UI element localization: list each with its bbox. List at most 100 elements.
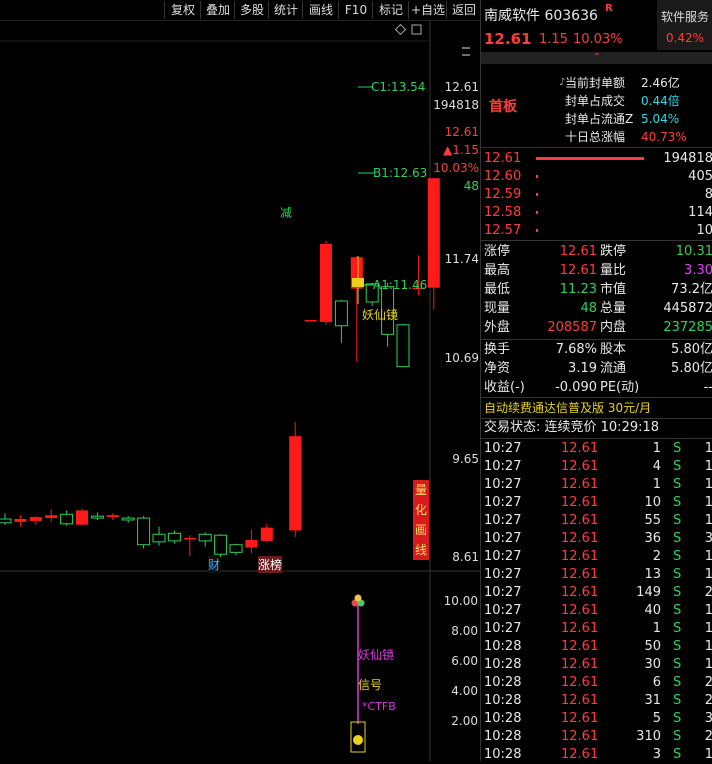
tick-volume: 5	[652, 711, 661, 726]
stat-label: 股本	[600, 342, 627, 357]
finance-badge[interactable]: 财	[208, 556, 221, 573]
tick-side: S	[673, 549, 682, 564]
tick-price: 12.61	[561, 675, 599, 690]
book-bar	[536, 175, 539, 178]
stat-label: 外盘	[484, 320, 511, 335]
stat-value: 5.80亿	[671, 342, 712, 357]
tick-row: 10:28 12.61 310 S 2	[481, 728, 712, 746]
price-pct: 10.03%	[573, 32, 623, 47]
book-volume: 8	[704, 187, 712, 202]
book-row[interactable]: 12.60 405	[481, 168, 712, 186]
stat-value: 5.80亿	[671, 361, 712, 376]
axis-volume-label: 194818	[433, 98, 479, 112]
tick-side: S	[673, 477, 682, 492]
tick-time: 10:28	[484, 675, 522, 690]
book-volume: 405	[688, 169, 712, 184]
stat-label: 流通	[600, 361, 627, 376]
tick-volume: 310	[636, 729, 661, 744]
tick-price: 12.61	[561, 513, 599, 528]
book-row[interactable]: 12.57 10	[481, 222, 712, 240]
stat-value: 12.61	[559, 263, 597, 278]
collapse-toggle[interactable]: ⌃	[481, 52, 712, 64]
stat-label: 净资	[484, 361, 511, 376]
book-price: 12.57	[484, 223, 522, 238]
indicator-signal	[350, 594, 366, 753]
zhangbang-badge[interactable]: 涨榜	[258, 556, 283, 573]
promo-link[interactable]: 自动续费通达信普及版 30元/月	[484, 399, 712, 417]
tick-row: 10:27 12.61 1 S 1	[481, 620, 712, 638]
book-bar	[536, 211, 539, 214]
tick-side: S	[673, 495, 682, 510]
tick-volume: 31	[644, 693, 661, 708]
tick-side: S	[673, 657, 682, 672]
stat-label: 换手	[484, 342, 511, 357]
tick-time: 10:27	[484, 441, 522, 456]
quant-draw-badge[interactable]: 量 化 画 线	[413, 480, 429, 560]
tick-side: S	[673, 603, 682, 618]
diamond-icon[interactable]	[394, 23, 407, 36]
candle-body	[106, 515, 119, 518]
tick-count: 1	[704, 477, 712, 492]
tick-volume: 4	[652, 459, 661, 474]
kline-chart[interactable]	[0, 0, 480, 761]
tick-row: 10:28 12.61 5 S 3	[481, 710, 712, 728]
seal-row: 封单占成交 0.44倍	[565, 94, 680, 108]
tick-price: 12.61	[561, 585, 599, 600]
tick-side: S	[673, 513, 682, 528]
candle-body	[45, 515, 58, 519]
stat-row: 收益(-) -0.090PE(动) --	[481, 379, 712, 397]
info-pct: 10.03%	[433, 161, 479, 175]
candle-body	[334, 300, 348, 327]
chevron-up-icon: ⌃	[592, 52, 602, 63]
r-badge: R	[605, 3, 613, 14]
tick-volume: 1	[652, 441, 661, 456]
book-price: 12.59	[484, 187, 522, 202]
candle-body	[137, 517, 151, 546]
tick-side: S	[673, 567, 682, 582]
book-price: 12.60	[484, 169, 522, 184]
tick-count: 1	[704, 639, 712, 654]
tick-price: 12.61	[561, 621, 599, 636]
candle-body	[260, 527, 273, 541]
tick-count: 1	[704, 567, 712, 582]
tick-volume: 30	[644, 657, 661, 672]
tick-volume: 149	[636, 585, 661, 600]
tick-price: 12.61	[561, 531, 599, 546]
stat-label: PE(动)	[600, 380, 640, 395]
tick-row: 10:28 12.61 30 S 1	[481, 656, 712, 674]
candle-body	[121, 517, 135, 521]
balls-icon	[351, 594, 365, 607]
axis-label-top: 12.61	[444, 80, 479, 94]
book-volume: 194818	[663, 151, 712, 166]
sector-box[interactable]: 软件服务 0.42%	[657, 0, 712, 50]
stat-row: 换手 7.68% 股本 5.80亿	[481, 341, 712, 359]
stat-label: 市值	[600, 282, 627, 297]
candle-body	[396, 324, 410, 368]
window-icon[interactable]	[411, 24, 422, 35]
tick-volume: 36	[644, 531, 661, 546]
candle-body	[60, 513, 74, 525]
tick-side: S	[673, 711, 682, 726]
book-row[interactable]: 12.58 114	[481, 204, 712, 222]
seal-row: 封单占流通Z 5.04%	[565, 112, 680, 126]
tick-volume: 55	[644, 513, 661, 528]
candle-body	[320, 243, 332, 322]
tick-price: 12.61	[561, 495, 599, 510]
stat-value: --	[703, 380, 712, 395]
book-row[interactable]: 12.61 194818	[481, 150, 712, 168]
tick-side: S	[673, 621, 682, 636]
tick-row: 10:27 12.61 55 S 1	[481, 512, 712, 530]
tick-volume: 3	[652, 747, 661, 762]
candle-body	[76, 510, 88, 525]
tick-row: 10:28 12.61 3 S 1	[481, 746, 712, 764]
tick-time: 10:27	[484, 549, 522, 564]
tick-count: 1	[704, 513, 712, 528]
tick-time: 10:28	[484, 639, 522, 654]
tick-volume: 6	[652, 675, 661, 690]
tick-row: 10:27 12.61 4 S 1	[481, 458, 712, 476]
book-row[interactable]: 12.59 8	[481, 186, 712, 204]
tick-time: 10:27	[484, 585, 522, 600]
target-lines	[358, 86, 374, 286]
ind-axis-label: 4.00	[451, 684, 478, 698]
tick-row: 10:28 12.61 50 S 1	[481, 638, 712, 656]
